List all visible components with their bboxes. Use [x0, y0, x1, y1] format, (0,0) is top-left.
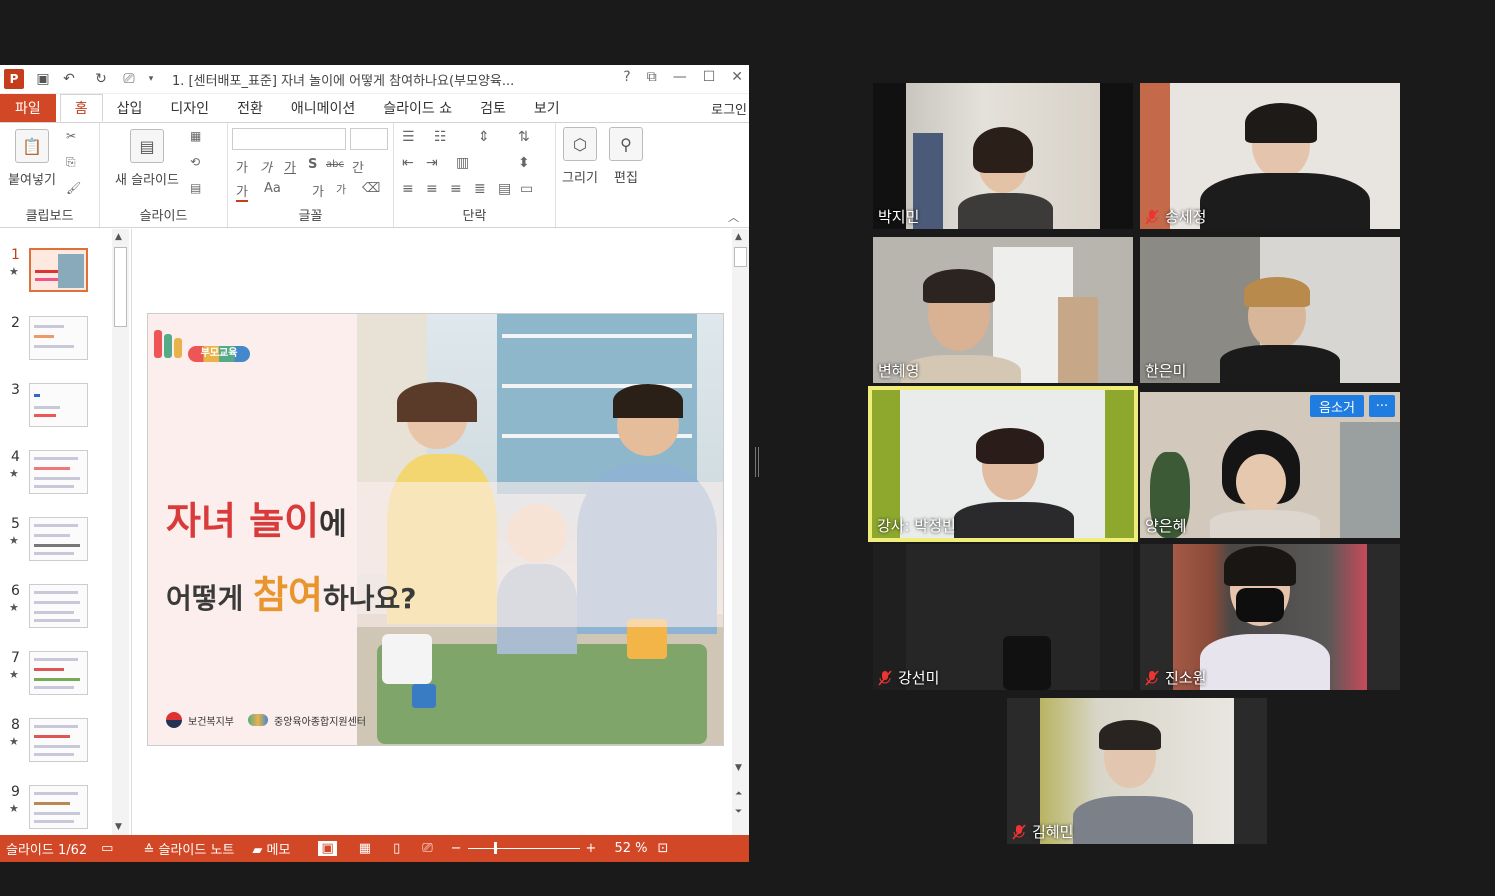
video-tile-participant[interactable]: 진소원	[1140, 544, 1400, 690]
more-options-button[interactable]: ···	[1369, 395, 1395, 417]
mute-participant-button[interactable]: 음소거	[1310, 395, 1364, 417]
participant-name: 한은미	[1145, 362, 1187, 380]
video-tile-participant[interactable]: 변혜영	[873, 237, 1133, 383]
video-tile-participant[interactable]: 김혜민	[1007, 698, 1267, 844]
video-gallery: 박지민 송세정 변혜영 한은미 강사: 박정빈 음소거 ··· 양은혜 강선미 …	[0, 0, 1495, 896]
video-tile-participant[interactable]: 박지민	[873, 83, 1133, 229]
participant-name: 진소원	[1145, 667, 1206, 688]
participant-name: 강사: 박정빈	[877, 517, 956, 535]
participant-name: 김혜민	[1012, 821, 1073, 842]
video-tile-participant[interactable]: 한은미	[1140, 237, 1400, 383]
participant-name: 송세정	[1145, 206, 1206, 227]
participant-name: 강선미	[878, 667, 939, 688]
muted-mic-icon	[1012, 823, 1026, 840]
video-tile-participant[interactable]: 송세정	[1140, 83, 1400, 229]
participant-name: 양은혜	[1145, 517, 1187, 535]
muted-mic-icon	[1145, 669, 1159, 686]
video-tile-participant[interactable]: 강선미	[873, 544, 1133, 690]
video-tile-participant[interactable]: 음소거 ··· 양은혜	[1140, 392, 1400, 538]
video-tile-active-speaker[interactable]: 강사: 박정빈	[868, 386, 1138, 542]
muted-mic-icon	[878, 669, 892, 686]
participant-name: 박지민	[878, 208, 920, 226]
muted-mic-icon	[1145, 208, 1159, 225]
participant-name: 변혜영	[878, 362, 920, 380]
